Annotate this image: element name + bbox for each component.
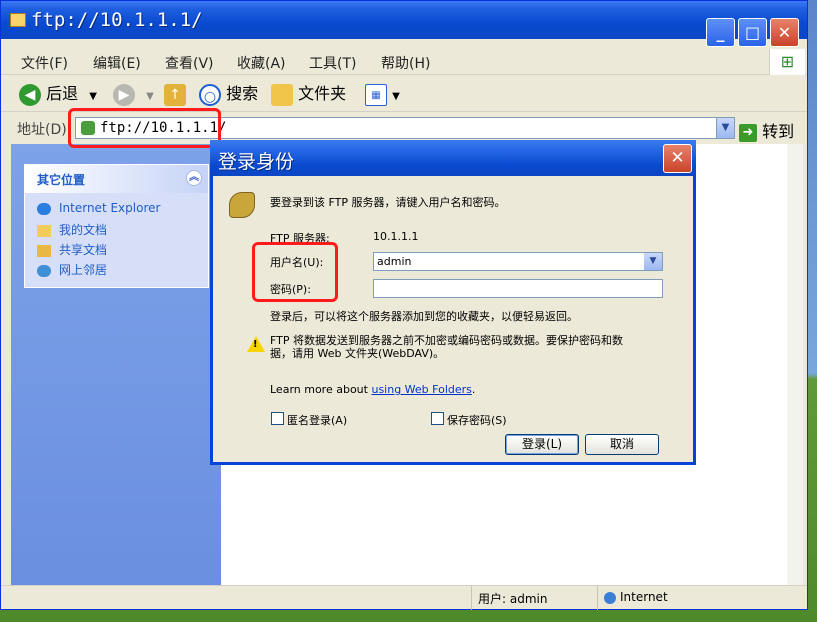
sidebar-item-label: 网上邻居 xyxy=(59,263,108,277)
globe-icon xyxy=(604,591,616,604)
server-value: 10.1.1.1 xyxy=(373,230,419,243)
folder-icon xyxy=(10,13,26,27)
key-icon xyxy=(229,192,255,218)
back-arrow-icon: ◀ xyxy=(19,83,41,106)
warning-text-line2: 据，请用 Web 文件夹(WebDAV)。 xyxy=(270,347,445,360)
windows-logo-icon: ⊞ xyxy=(769,49,805,75)
cancel-button[interactable]: 取消 xyxy=(585,434,659,455)
other-places-header[interactable]: 其它位置 ︽ xyxy=(25,165,208,193)
anonymous-label[interactable]: 匿名登录(A) xyxy=(287,412,347,428)
minimize-button[interactable]: _ xyxy=(706,18,735,47)
login-dialog: 登录身份 ✕ 要登录到该 FTP 服务器，请键入用户名和密码。 FTP 服务器:… xyxy=(210,140,696,465)
go-button[interactable]: ➜ 转到 xyxy=(739,118,794,142)
network-places-icon xyxy=(37,264,51,277)
forward-button[interactable]: ▶ ▼ xyxy=(113,82,154,106)
sidebar-item-network-places[interactable]: 网上邻居 xyxy=(37,261,107,278)
back-label: 后退 xyxy=(46,84,79,103)
login-button[interactable]: 登录(L) xyxy=(505,434,579,455)
dialog-title: 登录身份 xyxy=(218,151,295,173)
forward-arrow-icon: ▶ xyxy=(113,83,135,106)
username-dropdown-icon[interactable]: ▼ xyxy=(644,253,662,270)
views-icon: ▦ xyxy=(365,83,387,106)
views-dropdown-icon: ▼ xyxy=(392,91,400,102)
learn-more-suffix: . xyxy=(471,383,476,396)
address-label: 地址(D) xyxy=(17,122,67,138)
status-user: 用户: admin xyxy=(471,586,597,610)
after-login-note: 登录后，可以将这个服务器添加到您的收藏夹，以便轻易返回。 xyxy=(270,310,578,323)
go-arrow-icon: ➜ xyxy=(739,123,757,142)
menu-bar: 文件(F) 编辑(E) 查看(V) 收藏(A) 工具(T) 帮助(H) xyxy=(1,49,807,75)
learn-more-prefix: Learn more about xyxy=(270,383,372,396)
back-dropdown-icon: ▼ xyxy=(89,91,97,102)
sidebar-item-shared-documents[interactable]: 共享文档 xyxy=(37,241,107,258)
toolbar: ◀ 后退 ▼ ▶ ▼ ↑ ○ 搜索 文件夹 ▦ ▼ xyxy=(1,76,807,112)
save-password-label[interactable]: 保存密码(S) xyxy=(447,412,507,428)
collapse-chevron-icon[interactable]: ︽ xyxy=(186,170,202,186)
window-title: ftp://10.1.1.1/ xyxy=(31,9,203,31)
sidebar-item-internet-explorer[interactable]: Internet Explorer xyxy=(37,201,160,215)
back-button[interactable]: ◀ 后退 ▼ xyxy=(19,82,97,106)
other-places-panel: 其它位置 ︽ Internet Explorer 我的文档 共享文档 网上邻居 xyxy=(24,164,209,288)
folders-icon xyxy=(271,83,293,106)
status-bar: 用户: admin Internet xyxy=(1,585,807,610)
up-folder-button[interactable]: ↑ xyxy=(164,82,186,106)
search-label: 搜索 xyxy=(226,84,259,103)
views-button[interactable]: ▦ ▼ xyxy=(365,82,400,106)
window-titlebar[interactable]: ftp://10.1.1.1/ _ □ ✕ xyxy=(1,1,807,47)
my-documents-icon xyxy=(37,224,51,237)
ie-icon xyxy=(37,202,51,215)
go-label: 转到 xyxy=(762,122,795,141)
maximize-button[interactable]: □ xyxy=(738,18,767,47)
status-zone-label: Internet xyxy=(620,590,668,604)
learn-more-text: Learn more about using Web Folders. xyxy=(270,383,475,396)
sidebar-item-label: 我的文档 xyxy=(59,223,108,237)
highlight-address xyxy=(68,108,221,148)
menu-view[interactable]: 查看(V) xyxy=(165,53,214,73)
sidebar-item-label: Internet Explorer xyxy=(59,201,161,215)
password-field[interactable] xyxy=(373,279,663,298)
save-password-checkbox[interactable] xyxy=(431,412,444,425)
web-folders-link[interactable]: using Web Folders xyxy=(371,383,471,396)
dialog-intro: 要登录到该 FTP 服务器，请键入用户名和密码。 xyxy=(270,196,506,209)
username-combobox[interactable]: admin ▼ xyxy=(373,252,663,271)
search-icon: ○ xyxy=(199,83,221,106)
menu-edit[interactable]: 编辑(E) xyxy=(93,53,141,73)
address-dropdown-icon[interactable]: ▼ xyxy=(716,118,734,138)
username-value: admin xyxy=(377,255,412,268)
search-button[interactable]: ○ 搜索 xyxy=(199,82,258,106)
folders-button[interactable]: 文件夹 xyxy=(271,82,346,106)
sidebar-item-my-documents[interactable]: 我的文档 xyxy=(37,221,107,238)
folders-label: 文件夹 xyxy=(298,84,347,103)
anonymous-checkbox[interactable] xyxy=(271,412,284,425)
highlight-credentials xyxy=(252,242,338,302)
close-button[interactable]: ✕ xyxy=(770,18,799,47)
status-zone: Internet xyxy=(597,586,787,610)
task-pane: 其它位置 ︽ Internet Explorer 我的文档 共享文档 网上邻居 xyxy=(11,144,221,585)
shared-folder-icon xyxy=(37,244,51,257)
vertical-scrollbar[interactable] xyxy=(787,144,803,609)
dialog-close-button[interactable]: ✕ xyxy=(663,144,692,173)
dialog-titlebar[interactable]: 登录身份 ✕ xyxy=(210,140,696,176)
menu-help[interactable]: 帮助(H) xyxy=(381,53,430,73)
up-folder-icon: ↑ xyxy=(164,83,186,106)
menu-favorites[interactable]: 收藏(A) xyxy=(237,53,286,73)
warning-icon: ! xyxy=(247,336,265,352)
forward-dropdown-icon: ▼ xyxy=(146,91,154,102)
other-places-title: 其它位置 xyxy=(37,173,86,187)
sidebar-item-label: 共享文档 xyxy=(59,243,108,257)
menu-tools[interactable]: 工具(T) xyxy=(309,53,356,73)
menu-file[interactable]: 文件(F) xyxy=(21,53,68,73)
